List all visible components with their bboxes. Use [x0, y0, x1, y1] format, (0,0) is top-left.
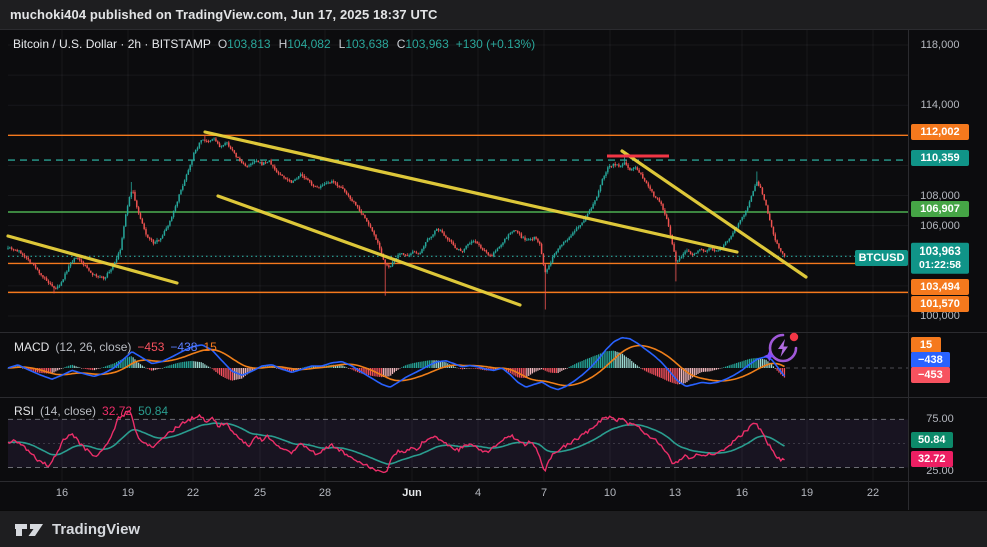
time-tick: 10: [603, 487, 617, 499]
price-level-badge: 106,907: [911, 201, 969, 217]
rsi-pane-label: RSI (14, close) 32.72 50.84: [14, 404, 180, 418]
price-level-badge: 112,002: [911, 124, 969, 140]
ohlc-item: O103,813: [217, 37, 271, 51]
price-tick: 114,000: [920, 99, 960, 112]
indicator-value: 32.72: [102, 404, 133, 418]
rsi-value-badge: 32.72: [911, 451, 953, 467]
time-tick: 16: [55, 487, 69, 499]
time-tick: 16: [735, 487, 749, 499]
symbol-header: Bitcoin / U.S. Dollar · 2h · BITSTAMP O1…: [13, 37, 535, 51]
last-price-badge: 103,963 01:22:58: [911, 242, 969, 274]
time-tick: 4: [474, 487, 482, 499]
rsi-current-values: 32.72 50.84: [102, 404, 174, 418]
chart-area: Bitcoin / U.S. Dollar · 2h · BITSTAMP O1…: [0, 30, 987, 510]
time-tick: 19: [800, 487, 814, 499]
price-tick: 106,000: [920, 219, 960, 232]
macd-params: (12, 26, close): [55, 340, 132, 354]
price-level-badge: 101,570: [911, 296, 969, 312]
macd-pane-label: MACD (12, 26, close) −453 −438 15: [14, 340, 229, 354]
time-tick: 25: [253, 487, 267, 499]
indicator-value: 50.84: [138, 404, 169, 418]
time-tick: 22: [866, 487, 880, 499]
macd-value-badge: −453: [911, 367, 950, 383]
chart-canvas[interactable]: [0, 30, 987, 510]
ohlc-values: O103,813 H104,082 L103,638 C103,963: [218, 37, 449, 51]
reaction-flash-icon[interactable]: [763, 330, 803, 366]
rsi-level-tick: 75.00: [926, 413, 954, 426]
symbol-price-label: BTCUSD: [855, 250, 908, 266]
footer-bar: TradingView: [0, 510, 987, 547]
tradingview-snapshot: muchoki404 published on TradingView.com,…: [0, 0, 987, 547]
symbol-title: Bitcoin / U.S. Dollar · 2h · BITSTAMP: [13, 37, 211, 51]
time-tick: 19: [121, 487, 135, 499]
indicator-value: −453: [137, 340, 165, 354]
time-tick: 13: [668, 487, 682, 499]
publication-banner: muchoki404 published on TradingView.com,…: [0, 0, 987, 30]
macd-title: MACD: [14, 340, 50, 354]
indicator-value: −438: [170, 340, 198, 354]
indicator-value: 15: [203, 340, 217, 354]
macd-current-values: −453 −438 15: [137, 340, 222, 354]
rsi-params: (14, close): [40, 404, 97, 418]
change-value: +130 (+0.13%): [455, 37, 536, 51]
publication-banner-text: muchoki404 published on TradingView.com,…: [10, 7, 438, 22]
price-tick: 108,000: [920, 189, 960, 202]
price-tick: 118,000: [920, 39, 960, 51]
price-level-badge: 110,359: [911, 150, 969, 166]
tradingview-brand-text: TradingView: [52, 521, 141, 538]
time-tick: Jun: [402, 487, 422, 499]
time-tick: 22: [186, 487, 200, 499]
tradingview-logo-icon[interactable]: [14, 521, 44, 539]
price-level-badge: 103,494: [911, 279, 969, 295]
time-tick: 28: [318, 487, 332, 499]
time-tick: 7: [540, 487, 548, 499]
ohlc-item: C103,963: [396, 37, 449, 51]
ohlc-item: L103,638: [338, 37, 389, 51]
macd-value-badge: −438: [911, 352, 950, 368]
macd-value-badge: 15: [911, 337, 941, 353]
rsi-value-badge: 50.84: [911, 432, 953, 448]
ohlc-item: H104,082: [278, 37, 331, 51]
rsi-title: RSI: [14, 404, 35, 418]
